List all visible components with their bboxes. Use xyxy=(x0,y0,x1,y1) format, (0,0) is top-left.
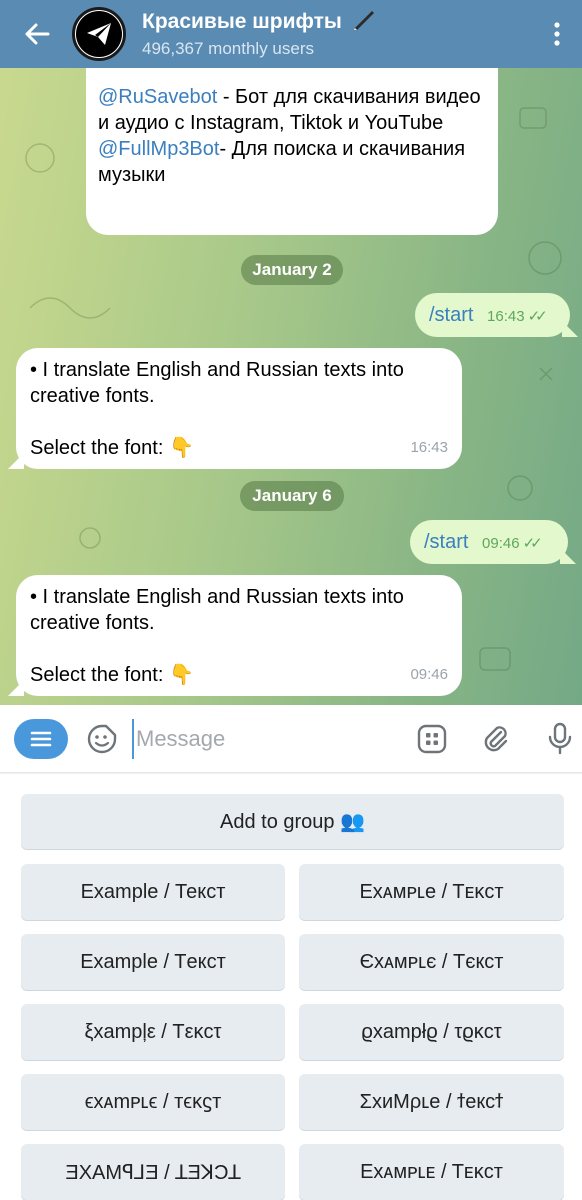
message-time: 09:46 xyxy=(482,535,520,552)
font-button[interactable]: ϵxᴀmᴘʟϵ / ᴛϵᴋϛᴛ xyxy=(21,1074,285,1130)
message-time: 09:46 xyxy=(410,666,448,683)
font-button[interactable]: Example / Текст xyxy=(21,864,285,920)
message-text: • I translate English and Russian texts … xyxy=(30,359,404,407)
paperclip-icon xyxy=(484,725,508,751)
message-bubble-outgoing[interactable]: /start 09:46 ✓✓ xyxy=(410,520,576,564)
dots-vertical-icon xyxy=(554,22,560,46)
paper-plane-icon xyxy=(76,11,122,57)
arrow-left-icon xyxy=(25,23,50,45)
message-text: Select the font: 👇 xyxy=(30,664,194,686)
chat-subtitle: 496,367 monthly users xyxy=(142,39,314,58)
command-link[interactable]: /start xyxy=(429,304,473,326)
bot-menu-button[interactable] xyxy=(14,718,68,759)
message-bubble[interactable]: • I translate English and Russian texts … xyxy=(8,575,462,696)
microphone-icon xyxy=(548,722,572,754)
sticker-smile-icon xyxy=(87,724,117,753)
back-button[interactable] xyxy=(0,0,74,68)
date-divider: January 6 xyxy=(240,481,344,511)
font-button[interactable]: ξxampļε / Tεĸcτ xyxy=(21,1004,285,1060)
more-options-button[interactable] xyxy=(532,0,582,68)
add-to-group-button[interactable]: Add to group 👥 xyxy=(21,794,564,849)
emoji-button[interactable] xyxy=(82,719,122,759)
double-check-icon: ✓✓ xyxy=(527,308,548,325)
command-link[interactable]: /start xyxy=(424,531,468,553)
bot-keyboard: Add to group 👥 Example / Текст Eхᴀмᴘʟe /… xyxy=(0,774,582,1200)
chat-header: Красивые шрифты 496,367 monthly users xyxy=(0,0,582,68)
keyboard-grid-icon xyxy=(417,724,447,753)
message-bubble[interactable]: • I translate English and Russian texts … xyxy=(8,348,462,469)
message-text: • I translate English and Russian texts … xyxy=(30,586,404,634)
bot-keyboard-button[interactable] xyxy=(412,719,452,759)
message-time: 16:43 xyxy=(487,308,525,325)
chat-title: Красивые шрифты xyxy=(142,10,342,34)
font-button[interactable]: Exаmple / Tекст xyxy=(21,934,285,990)
bot-link-rusavebot[interactable]: @RuSavebot xyxy=(98,86,217,108)
font-button[interactable]: ϱxampłϱ / τϱκcτ xyxy=(299,1004,564,1060)
bot-link-fullmp3bot[interactable]: @FullMp3Bot xyxy=(98,138,219,160)
font-button[interactable]: Exᴀᴍᴘʟᴇ / Tᴇᴋᴄᴛ xyxy=(299,1144,564,1200)
message-time: 16:43 xyxy=(410,439,448,456)
font-button[interactable]: Єxᴀмᴘʟє / Tєкcт xyxy=(299,934,564,990)
font-button[interactable]: Eхᴀмᴘʟe / Tᴇᴋᴄᴛ xyxy=(299,864,564,920)
date-divider: January 2 xyxy=(241,255,343,285)
message-text: Select the font: 👇 xyxy=(30,437,194,459)
attach-button[interactable] xyxy=(476,719,516,759)
double-check-icon: ✓✓ xyxy=(522,535,543,552)
chat-area[interactable]: @RuSavebot - Бот для скачивания видео и … xyxy=(0,68,582,705)
message-composer xyxy=(0,705,582,773)
font-button[interactable]: ƎXAMꟼ⅃Ǝ / ꓕƎꓘƆꓕ xyxy=(21,1144,285,1200)
hamburger-menu-icon xyxy=(30,731,52,746)
message-bubble-outgoing[interactable]: /start 16:43 ✓✓ xyxy=(415,293,578,337)
font-button[interactable]: ΣxᴎMρʟe / ϯeкcϯ xyxy=(299,1074,564,1130)
message-input[interactable] xyxy=(132,718,388,759)
avatar[interactable] xyxy=(72,7,126,61)
chat-info[interactable]: Красивые шрифты 496,367 monthly users xyxy=(142,8,532,60)
voice-button[interactable] xyxy=(540,719,580,759)
message-bubble[interactable]: @RuSavebot - Бот для скачивания видео и … xyxy=(86,68,498,235)
pen-icon xyxy=(352,8,376,37)
